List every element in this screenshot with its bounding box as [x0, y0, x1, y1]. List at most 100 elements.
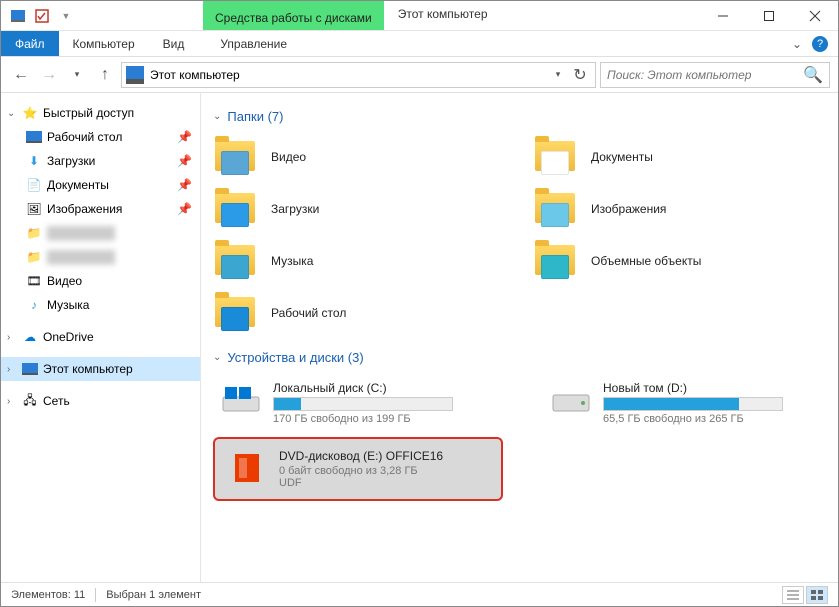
title-bar: ▼ Средства работы с дисками Этот компьют… — [1, 1, 838, 31]
drive-name: DVD-дисковод (E:) OFFICE16 — [279, 449, 491, 463]
tree-network[interactable]: ›🖧Сеть — [1, 389, 200, 413]
minimize-button[interactable] — [700, 1, 746, 30]
tree-label: Загрузки — [47, 154, 95, 168]
drive-free-space: 65,5 ГБ свободно из 265 ГБ — [603, 413, 827, 425]
folder-icon: 📁 — [25, 249, 43, 265]
view-details-button[interactable] — [782, 586, 804, 604]
folder-label: Загрузки — [271, 202, 319, 216]
folder-icon: 📁 — [25, 225, 43, 241]
folder-label: Музыка — [271, 254, 313, 268]
ribbon-expand-icon[interactable]: ⌄ — [792, 37, 802, 51]
search-icon[interactable]: 🔍 — [803, 65, 823, 85]
drive-free-space: 0 байт свободно из 3,28 ГБ — [279, 465, 491, 477]
tab-manage[interactable]: Управление — [206, 31, 301, 56]
chevron-right-icon[interactable]: › — [7, 364, 21, 375]
drive-name: Новый том (D:) — [603, 381, 827, 395]
folder-item[interactable]: Загрузки — [213, 186, 493, 232]
tree-onedrive[interactable]: ›☁OneDrive — [1, 325, 200, 349]
status-selection: Выбран 1 элемент — [106, 589, 201, 601]
tree-videos[interactable]: 🎞Видео — [1, 269, 200, 293]
folder-label: Объемные объекты — [591, 254, 701, 268]
back-button[interactable]: ← — [9, 63, 33, 87]
group-drives[interactable]: ⌄Устройства и диски (3) — [213, 350, 826, 365]
up-button[interactable]: ↑ — [93, 63, 117, 87]
star-icon: ⭐ — [21, 105, 39, 121]
tree-label: Видео — [47, 274, 82, 288]
tab-file[interactable]: Файл — [1, 31, 59, 56]
status-bar: Элементов: 11 Выбран 1 элемент — [1, 582, 838, 606]
view-tiles-button[interactable] — [806, 586, 828, 604]
help-icon[interactable]: ? — [812, 36, 828, 52]
tree-label: Этот компьютер — [43, 362, 133, 376]
drive-item[interactable]: Локальный диск (C:) 170 ГБ свободно из 1… — [213, 375, 503, 431]
address-bar[interactable]: Этот компьютер ▾ ↻ — [121, 62, 596, 88]
network-icon: 🖧 — [21, 393, 39, 409]
window-title: Этот компьютер — [384, 1, 502, 30]
chevron-right-icon[interactable]: › — [7, 396, 21, 407]
drive-capacity-bar — [273, 397, 453, 411]
pin-icon: 📌 — [177, 130, 192, 144]
recent-locations-button[interactable]: ▾ — [65, 63, 89, 87]
group-title: Папки (7) — [227, 109, 283, 124]
tab-computer[interactable]: Компьютер — [59, 31, 149, 56]
maximize-button[interactable] — [746, 1, 792, 30]
tree-label: ████████ — [47, 226, 115, 240]
chevron-right-icon[interactable]: › — [7, 332, 21, 343]
contextual-tab-label: Средства работы с дисками — [203, 1, 384, 30]
tree-downloads[interactable]: ⬇Загрузки📌 — [1, 149, 200, 173]
drive-capacity-bar — [603, 397, 783, 411]
address-dropdown-icon[interactable]: ▾ — [547, 69, 569, 80]
tree-documents[interactable]: 📄Документы📌 — [1, 173, 200, 197]
folder-icon — [213, 189, 261, 229]
chevron-down-icon[interactable]: ⌄ — [7, 108, 21, 119]
qat-dropdown-icon[interactable]: ▼ — [57, 7, 75, 25]
drive-filesystem: UDF — [279, 477, 491, 489]
folder-item[interactable]: Объемные объекты — [533, 238, 813, 284]
tab-view[interactable]: Вид — [149, 31, 199, 56]
refresh-button[interactable]: ↻ — [569, 65, 591, 85]
status-count: Элементов: 11 — [11, 589, 85, 601]
desktop-icon — [25, 129, 43, 145]
qat-properties-icon[interactable] — [33, 7, 51, 25]
navigation-bar: ← → ▾ ↑ Этот компьютер ▾ ↻ 🔍 — [1, 57, 838, 93]
drive-free-space: 170 ГБ свободно из 199 ГБ — [273, 413, 497, 425]
tree-pictures[interactable]: 🖼Изображения📌 — [1, 197, 200, 221]
tree-label: Музыка — [47, 298, 89, 312]
tree-folder-hidden[interactable]: 📁 ████████ — [1, 221, 200, 245]
drive-item-selected[interactable]: DVD-дисковод (E:) OFFICE16 0 байт свобод… — [213, 437, 503, 501]
content-pane: ⌄Папки (7) Видео Документы Загрузки Изображ… — [201, 93, 838, 582]
music-icon: ♪ — [25, 297, 43, 313]
folder-label: Видео — [271, 150, 306, 164]
tree-desktop[interactable]: Рабочий стол 📌 — [1, 125, 200, 149]
folder-icon — [213, 241, 261, 281]
folder-icon — [213, 137, 261, 177]
tree-music[interactable]: ♪ Музыка — [1, 293, 200, 317]
folder-icon — [533, 189, 581, 229]
ribbon: Файл Главная Компьютер Вид Управление ⌄ … — [1, 31, 838, 57]
tree-this-pc[interactable]: › Этот компьютер — [1, 357, 200, 381]
search-box[interactable]: 🔍 — [600, 62, 830, 88]
folder-item[interactable]: Изображения — [533, 186, 813, 232]
folder-item[interactable]: Документы — [533, 134, 813, 180]
tree-folder-hidden[interactable]: 📁████████ — [1, 245, 200, 269]
close-button[interactable] — [792, 1, 838, 30]
folder-item[interactable]: Рабочий стол — [213, 290, 493, 336]
group-title: Устройства и диски (3) — [227, 350, 363, 365]
folder-icon — [533, 137, 581, 177]
documents-icon: 📄 — [25, 177, 43, 193]
folder-icon — [213, 293, 261, 333]
navigation-pane: ⌄ ⭐ Быстрый доступ Рабочий стол 📌 ⬇Загруз… — [1, 93, 201, 582]
tree-label: Быстрый доступ — [43, 106, 134, 120]
folder-item[interactable]: Видео — [213, 134, 493, 180]
tree-label: Изображения — [47, 202, 122, 216]
search-input[interactable] — [607, 68, 803, 82]
drive-icon — [225, 449, 269, 487]
folder-item[interactable]: Музыка — [213, 238, 493, 284]
drive-name: Локальный диск (C:) — [273, 381, 497, 395]
tree-quick-access[interactable]: ⌄ ⭐ Быстрый доступ — [1, 101, 200, 125]
group-folders[interactable]: ⌄Папки (7) — [213, 109, 826, 124]
pin-icon: 📌 — [177, 202, 192, 216]
forward-button[interactable]: → — [37, 63, 61, 87]
tree-label: Рабочий стол — [47, 130, 122, 144]
drive-item[interactable]: Новый том (D:) 65,5 ГБ свободно из 265 Г… — [543, 375, 833, 431]
